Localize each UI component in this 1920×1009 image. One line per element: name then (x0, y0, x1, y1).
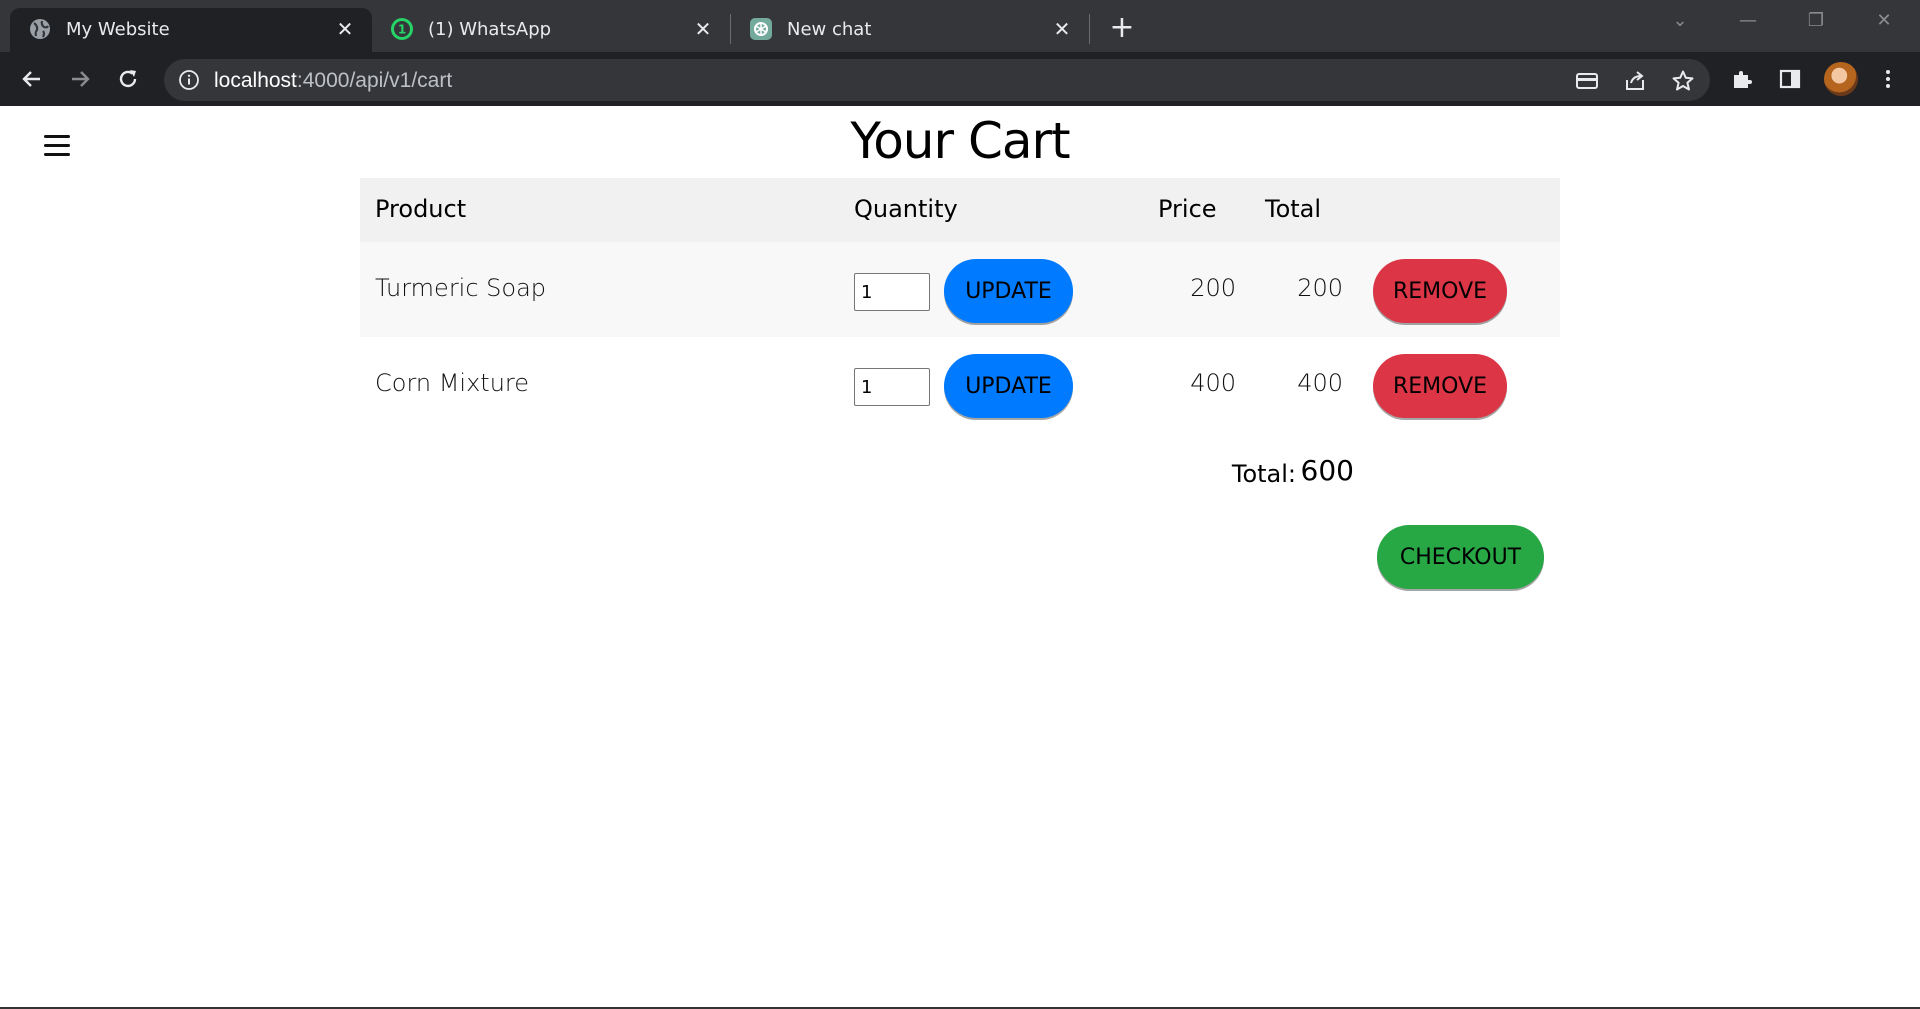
remove-button[interactable]: REMOVE (1373, 259, 1507, 323)
new-tab-button[interactable]: + (1106, 12, 1138, 44)
table-header: Product Quantity Price Total (360, 178, 1560, 242)
site-info-icon[interactable] (178, 69, 200, 91)
reload-icon (119, 70, 137, 88)
remove-button[interactable]: REMOVE (1373, 354, 1507, 418)
bookmark-star-icon[interactable] (1670, 68, 1696, 94)
page-title: Your Cart (850, 112, 1070, 170)
restore-button[interactable]: ❐ (1796, 6, 1836, 36)
close-tab-icon[interactable]: ✕ (692, 18, 714, 40)
table-row: Turmeric Soap UPDATE 200 200 REMOVE (360, 242, 1560, 337)
share-icon[interactable] (1622, 68, 1648, 94)
update-button[interactable]: UPDATE (944, 259, 1073, 323)
total-value: 400 (1297, 369, 1343, 397)
tab-whatsapp[interactable]: 1 (1) WhatsApp ✕ (372, 8, 730, 52)
price-value: 200 (1190, 274, 1236, 302)
extensions-puzzle-icon[interactable] (1726, 63, 1758, 95)
tab-title: (1) WhatsApp (428, 19, 552, 40)
forward-arrow-icon (72, 71, 90, 87)
page-content: Your Cart Product Quantity Price Total T… (0, 106, 1920, 1009)
quantity-input[interactable] (854, 273, 930, 311)
tab-new-chat[interactable]: New chat ✕ (731, 8, 1089, 52)
update-button[interactable]: UPDATE (944, 354, 1073, 418)
close-tab-icon[interactable]: ✕ (1051, 18, 1073, 40)
side-panel-icon[interactable] (1774, 63, 1806, 95)
product-name: Corn Mixture (375, 369, 530, 397)
header-product: Product (375, 195, 467, 223)
quantity-input[interactable] (854, 368, 930, 406)
total-value: 200 (1297, 274, 1343, 302)
payment-card-icon[interactable] (1574, 68, 1600, 94)
svg-text:1: 1 (398, 23, 406, 37)
back-arrow-icon (22, 71, 40, 87)
globe-icon (28, 17, 52, 41)
tab-title: My Website (66, 19, 170, 40)
tab-title: New chat (787, 19, 872, 40)
whatsapp-icon: 1 (390, 17, 414, 41)
minimize-button[interactable]: — (1728, 6, 1768, 36)
cart-total-value: 600 (1300, 454, 1354, 487)
close-tab-icon[interactable]: ✕ (334, 18, 356, 40)
browser-tabstrip: My Website ✕ 1 (1) WhatsApp ✕ New chat ✕… (0, 0, 1920, 52)
header-price: Price (1158, 195, 1217, 223)
price-value: 400 (1190, 369, 1236, 397)
header-quantity: Quantity (854, 195, 958, 223)
tab-search-icon[interactable]: ⌄ (1660, 6, 1700, 36)
product-name: Turmeric Soap (375, 274, 547, 302)
header-total: Total (1265, 195, 1322, 223)
reload-button[interactable] (112, 63, 144, 95)
checkout-button[interactable]: CHECKOUT (1377, 525, 1544, 589)
browser-toolbar: localhost:4000/api/v1/cart (0, 52, 1920, 106)
forward-button[interactable] (64, 63, 96, 95)
tab-separator (1089, 14, 1090, 44)
table-row: Corn Mixture UPDATE 400 400 REMOVE (360, 337, 1560, 432)
profile-avatar[interactable] (1824, 62, 1858, 96)
menu-kebab-icon[interactable] (1872, 63, 1904, 95)
back-button[interactable] (16, 63, 48, 95)
chatgpt-icon (749, 17, 773, 41)
close-window-button[interactable]: ✕ (1864, 6, 1904, 36)
url-text[interactable]: localhost:4000/api/v1/cart (214, 69, 452, 93)
tab-my-website[interactable]: My Website ✕ (10, 8, 372, 52)
address-bar[interactable]: localhost:4000/api/v1/cart (164, 59, 1710, 101)
